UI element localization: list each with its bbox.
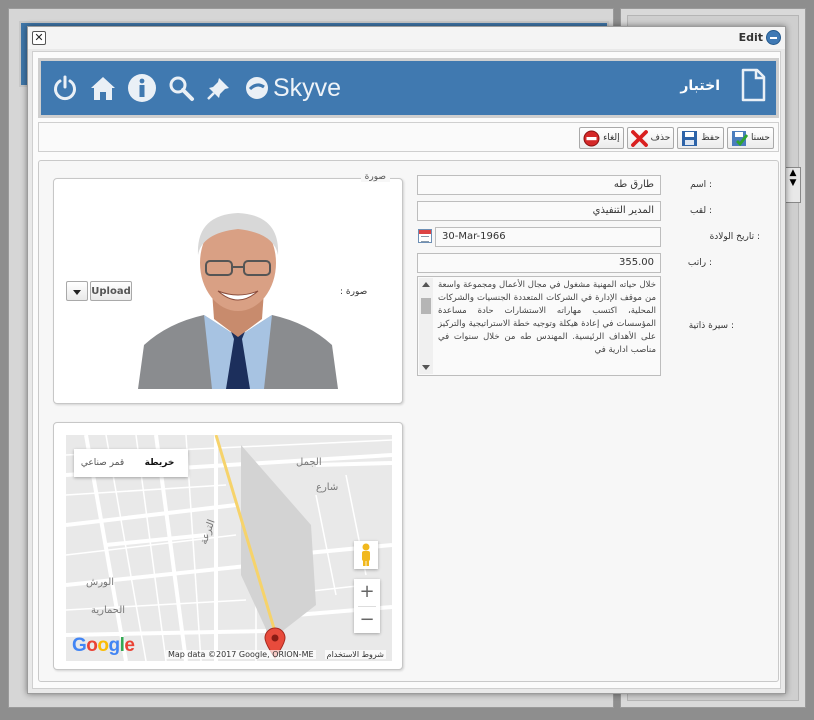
page-title: اختبار [680, 78, 720, 94]
svg-text:شارع: شارع [316, 482, 338, 493]
profile-photo [138, 205, 338, 389]
cancel-label: إلغاء [603, 133, 620, 143]
zoom-control: + − [354, 579, 380, 633]
power-icon[interactable] [51, 74, 79, 102]
title-label: لقب : [689, 206, 712, 216]
search-icon[interactable] [167, 74, 195, 102]
title-field[interactable]: المدير التنفيذي [417, 201, 661, 221]
scroll-down-icon[interactable] [422, 365, 430, 370]
cancel-button[interactable]: إلغاء [579, 127, 624, 149]
background-spinner: ▲ ▼ [785, 167, 801, 203]
dob-label: تاريخ الولادة : [709, 232, 760, 242]
street-view-pegman-icon[interactable] [354, 541, 378, 569]
upload-button[interactable]: Upload [90, 281, 132, 301]
salary-label: راتب : [687, 258, 712, 268]
map-fieldset: الجمل شارع الورش الحمارية الترعة قمر صنا… [53, 422, 403, 670]
bio-label: سيرة ذاتية : [688, 321, 734, 331]
calendar-icon[interactable] [418, 229, 432, 243]
svg-text:الورش: الورش [86, 577, 114, 588]
delete-button[interactable]: حذف [626, 127, 675, 149]
info-icon[interactable] [127, 73, 157, 103]
save-label: حفظ [701, 133, 720, 143]
dialog-title: Edit [738, 31, 763, 44]
photo-fieldset: صورة صورة: Upload [53, 172, 403, 404]
brand-name: Skyve [273, 73, 342, 102]
action-toolbar: حسنا حفظ حذف إلغاء [38, 122, 779, 152]
ok-button[interactable]: حسنا [726, 127, 774, 149]
scroll-thumb[interactable] [421, 298, 431, 314]
zoom-in-button[interactable]: + [354, 579, 380, 606]
map-attribution: Map data ©2017 Google, ORION-ME [166, 650, 316, 659]
home-icon[interactable] [89, 74, 117, 102]
dob-field[interactable]: 30-Mar-1966 [435, 227, 661, 247]
content-panel: اسم : طارق طه لقب : المدير التنفيذي تاري… [38, 160, 779, 682]
save-icon [681, 130, 698, 147]
photo-label: صورة : [340, 287, 368, 297]
map-footer: Map data ©2017 Google, ORION-ME شروط الا… [66, 647, 392, 661]
delete-label: حذف [650, 133, 671, 143]
no-entry-icon [583, 130, 600, 147]
svg-text:الجمل: الجمل [296, 457, 322, 468]
map-type-control: قمر صناعي خريطة [74, 449, 188, 477]
upload-dropdown-button[interactable] [66, 281, 88, 301]
dialog-body: Skyve اختبار حسنا حفظ حذف إلغاء اسم: طا… [32, 51, 781, 689]
delete-x-icon [630, 129, 648, 147]
edit-dialog: ✕ Edit Skyve اختبار حسنا حفظ حذف إلغاء ا… [27, 26, 786, 694]
minus-circle-icon[interactable] [766, 30, 781, 45]
scroll-up-icon[interactable] [422, 282, 430, 287]
satellite-tab[interactable]: قمر صناعي [74, 449, 131, 477]
name-field[interactable]: طارق طه [417, 175, 661, 195]
map-terms-link[interactable]: شروط الاستخدام [324, 650, 386, 659]
skyve-logo: Skyve [245, 74, 341, 103]
close-button[interactable]: ✕ [32, 31, 46, 45]
document-icon [740, 68, 766, 106]
map-view[interactable]: الجمل شارع الورش الحمارية الترعة قمر صنا… [66, 435, 392, 661]
ok-icon [731, 130, 748, 147]
app-header: Skyve اختبار [38, 58, 779, 118]
photo-legend: صورة [360, 172, 390, 182]
zoom-out-button[interactable]: − [354, 607, 380, 634]
save-button[interactable]: حفظ [677, 127, 724, 149]
map-tab[interactable]: خريطة [131, 449, 188, 477]
header-toolbar: Skyve [51, 68, 341, 108]
salary-field[interactable]: 355.00 [417, 253, 661, 273]
skyve-logo-icon [246, 77, 268, 99]
ok-label: حسنا [750, 133, 770, 143]
svg-text:الحمارية: الحمارية [91, 605, 125, 616]
pin-icon[interactable] [205, 74, 233, 102]
name-label: اسم : [690, 180, 712, 190]
bio-text: خلال حياته المهنية مشغول في مجال الأعمال… [438, 280, 656, 355]
bio-textarea[interactable]: خلال حياته المهنية مشغول في مجال الأعمال… [417, 276, 661, 376]
bio-scrollbar[interactable] [419, 278, 433, 374]
dialog-titlebar: ✕ Edit [28, 27, 785, 49]
